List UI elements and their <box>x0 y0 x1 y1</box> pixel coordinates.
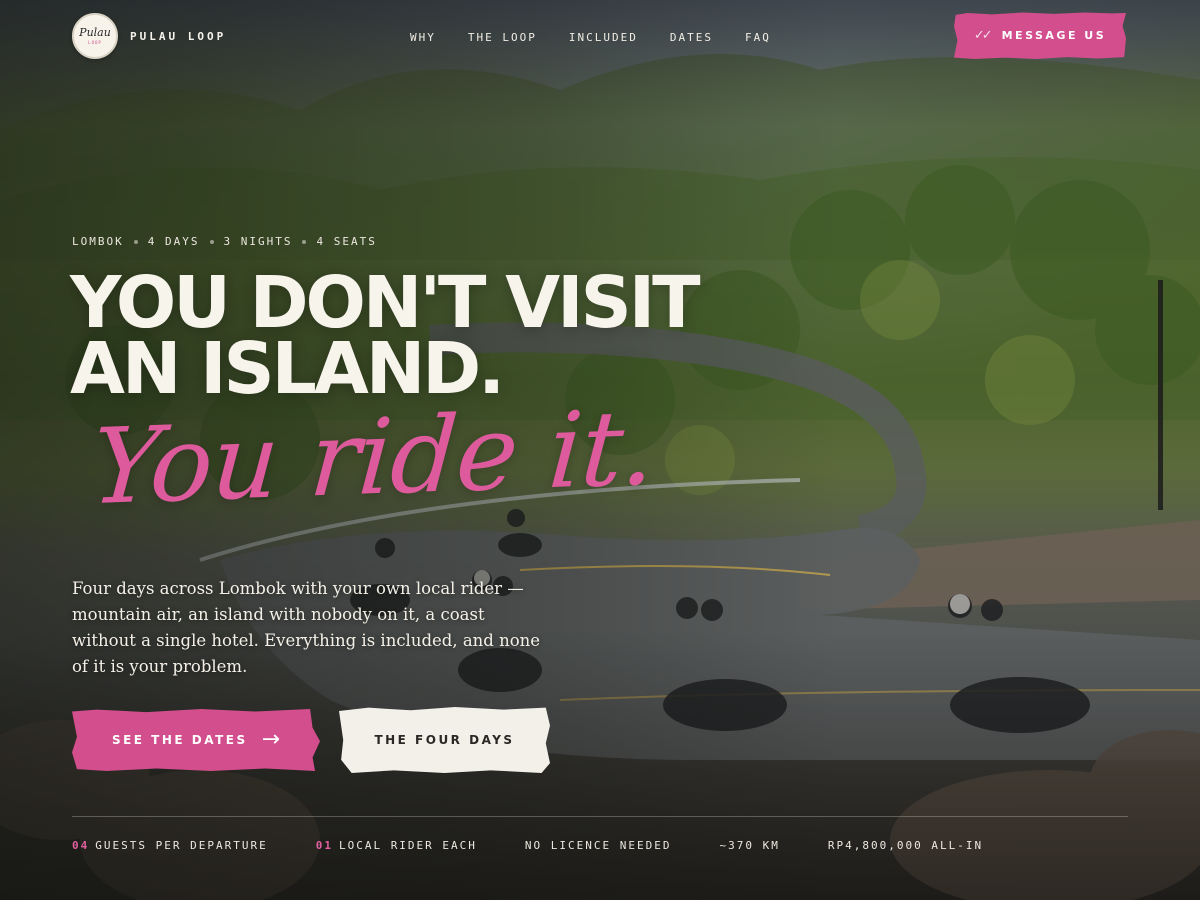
stat-rider-label: LOCAL RIDER EACH <box>338 839 477 852</box>
meta-days: 4 DAYS <box>147 235 200 248</box>
the-four-days-label: THE FOUR DAYS <box>374 733 515 747</box>
stat-price: RP4,800,000 ALL-IN <box>828 839 983 852</box>
hero-script-tagline: You ride it. <box>87 386 659 529</box>
meta-nights: 3 NIGHTS <box>223 235 293 248</box>
meta-separator <box>302 239 307 244</box>
stat-licence-label: NO LICENCE NEEDED <box>524 839 672 852</box>
meta-location: LOMBOK <box>72 235 124 248</box>
meta-seats: 4 SEATS <box>316 235 377 248</box>
logo-script-text: Pulau <box>79 26 111 39</box>
nav-link-the-loop[interactable]: THE LOOP <box>468 31 537 44</box>
trip-meta: LOMBOK 4 DAYS 3 NIGHTS 4 SEATS <box>72 235 377 248</box>
nav-link-why[interactable]: WHY <box>410 31 436 44</box>
arrow-right-icon: → <box>261 727 281 752</box>
stat-distance-label: ~370 KM <box>719 839 780 852</box>
brand-home-link[interactable]: Pulau LOOP PULAU LOOP <box>72 13 226 59</box>
message-us-button[interactable]: ✓✓ MESSAGE US <box>954 12 1126 59</box>
double-check-icon: ✓✓ <box>973 28 993 43</box>
nav-links: WHY THE LOOP INCLUDED DATES FAQ <box>410 28 771 46</box>
stat-distance: ~370 KM <box>720 839 780 852</box>
stat-guests: 04 GUESTS PER DEPARTURE <box>72 839 268 852</box>
nav-link-faq[interactable]: FAQ <box>745 31 771 44</box>
stat-rider: 01 LOCAL RIDER EACH <box>316 839 477 852</box>
meta-separator <box>209 239 214 244</box>
see-the-dates-button[interactable]: SEE THE DATES → <box>72 709 320 771</box>
stats-divider <box>72 816 1128 817</box>
message-us-label: MESSAGE US <box>1001 29 1107 42</box>
brand-logo: Pulau LOOP <box>72 13 118 59</box>
nav-link-dates[interactable]: DATES <box>670 31 713 44</box>
hero-headline: YOU DON'T VISIT AN ISLAND. <box>70 267 701 404</box>
top-nav: Pulau LOOP PULAU LOOP WHY THE LOOP INCLU… <box>0 0 1200 72</box>
hero-lede: Four days across Lombok with your own lo… <box>72 579 541 676</box>
brand-name: PULAU LOOP <box>130 29 227 43</box>
nav-link-included[interactable]: INCLUDED <box>569 31 638 44</box>
meta-separator <box>133 239 138 244</box>
stats-bar: 04 GUESTS PER DEPARTURE 01 LOCAL RIDER EAC… <box>72 839 983 852</box>
see-the-dates-label: SEE THE DATES <box>111 733 248 747</box>
stat-licence: NO LICENCE NEEDED <box>525 839 672 852</box>
stat-guests-label: GUESTS PER DEPARTURE <box>95 839 268 852</box>
stat-guests-number: 04 <box>72 839 90 852</box>
stat-price-label: RP4,800,000 ALL-IN <box>827 839 984 852</box>
logo-small-text: LOOP <box>88 40 102 45</box>
stat-rider-number: 01 <box>315 839 333 852</box>
hero-section: Pulau LOOP PULAU LOOP WHY THE LOOP INCLU… <box>0 0 1200 900</box>
the-four-days-button[interactable]: THE FOUR DAYS <box>339 707 550 773</box>
